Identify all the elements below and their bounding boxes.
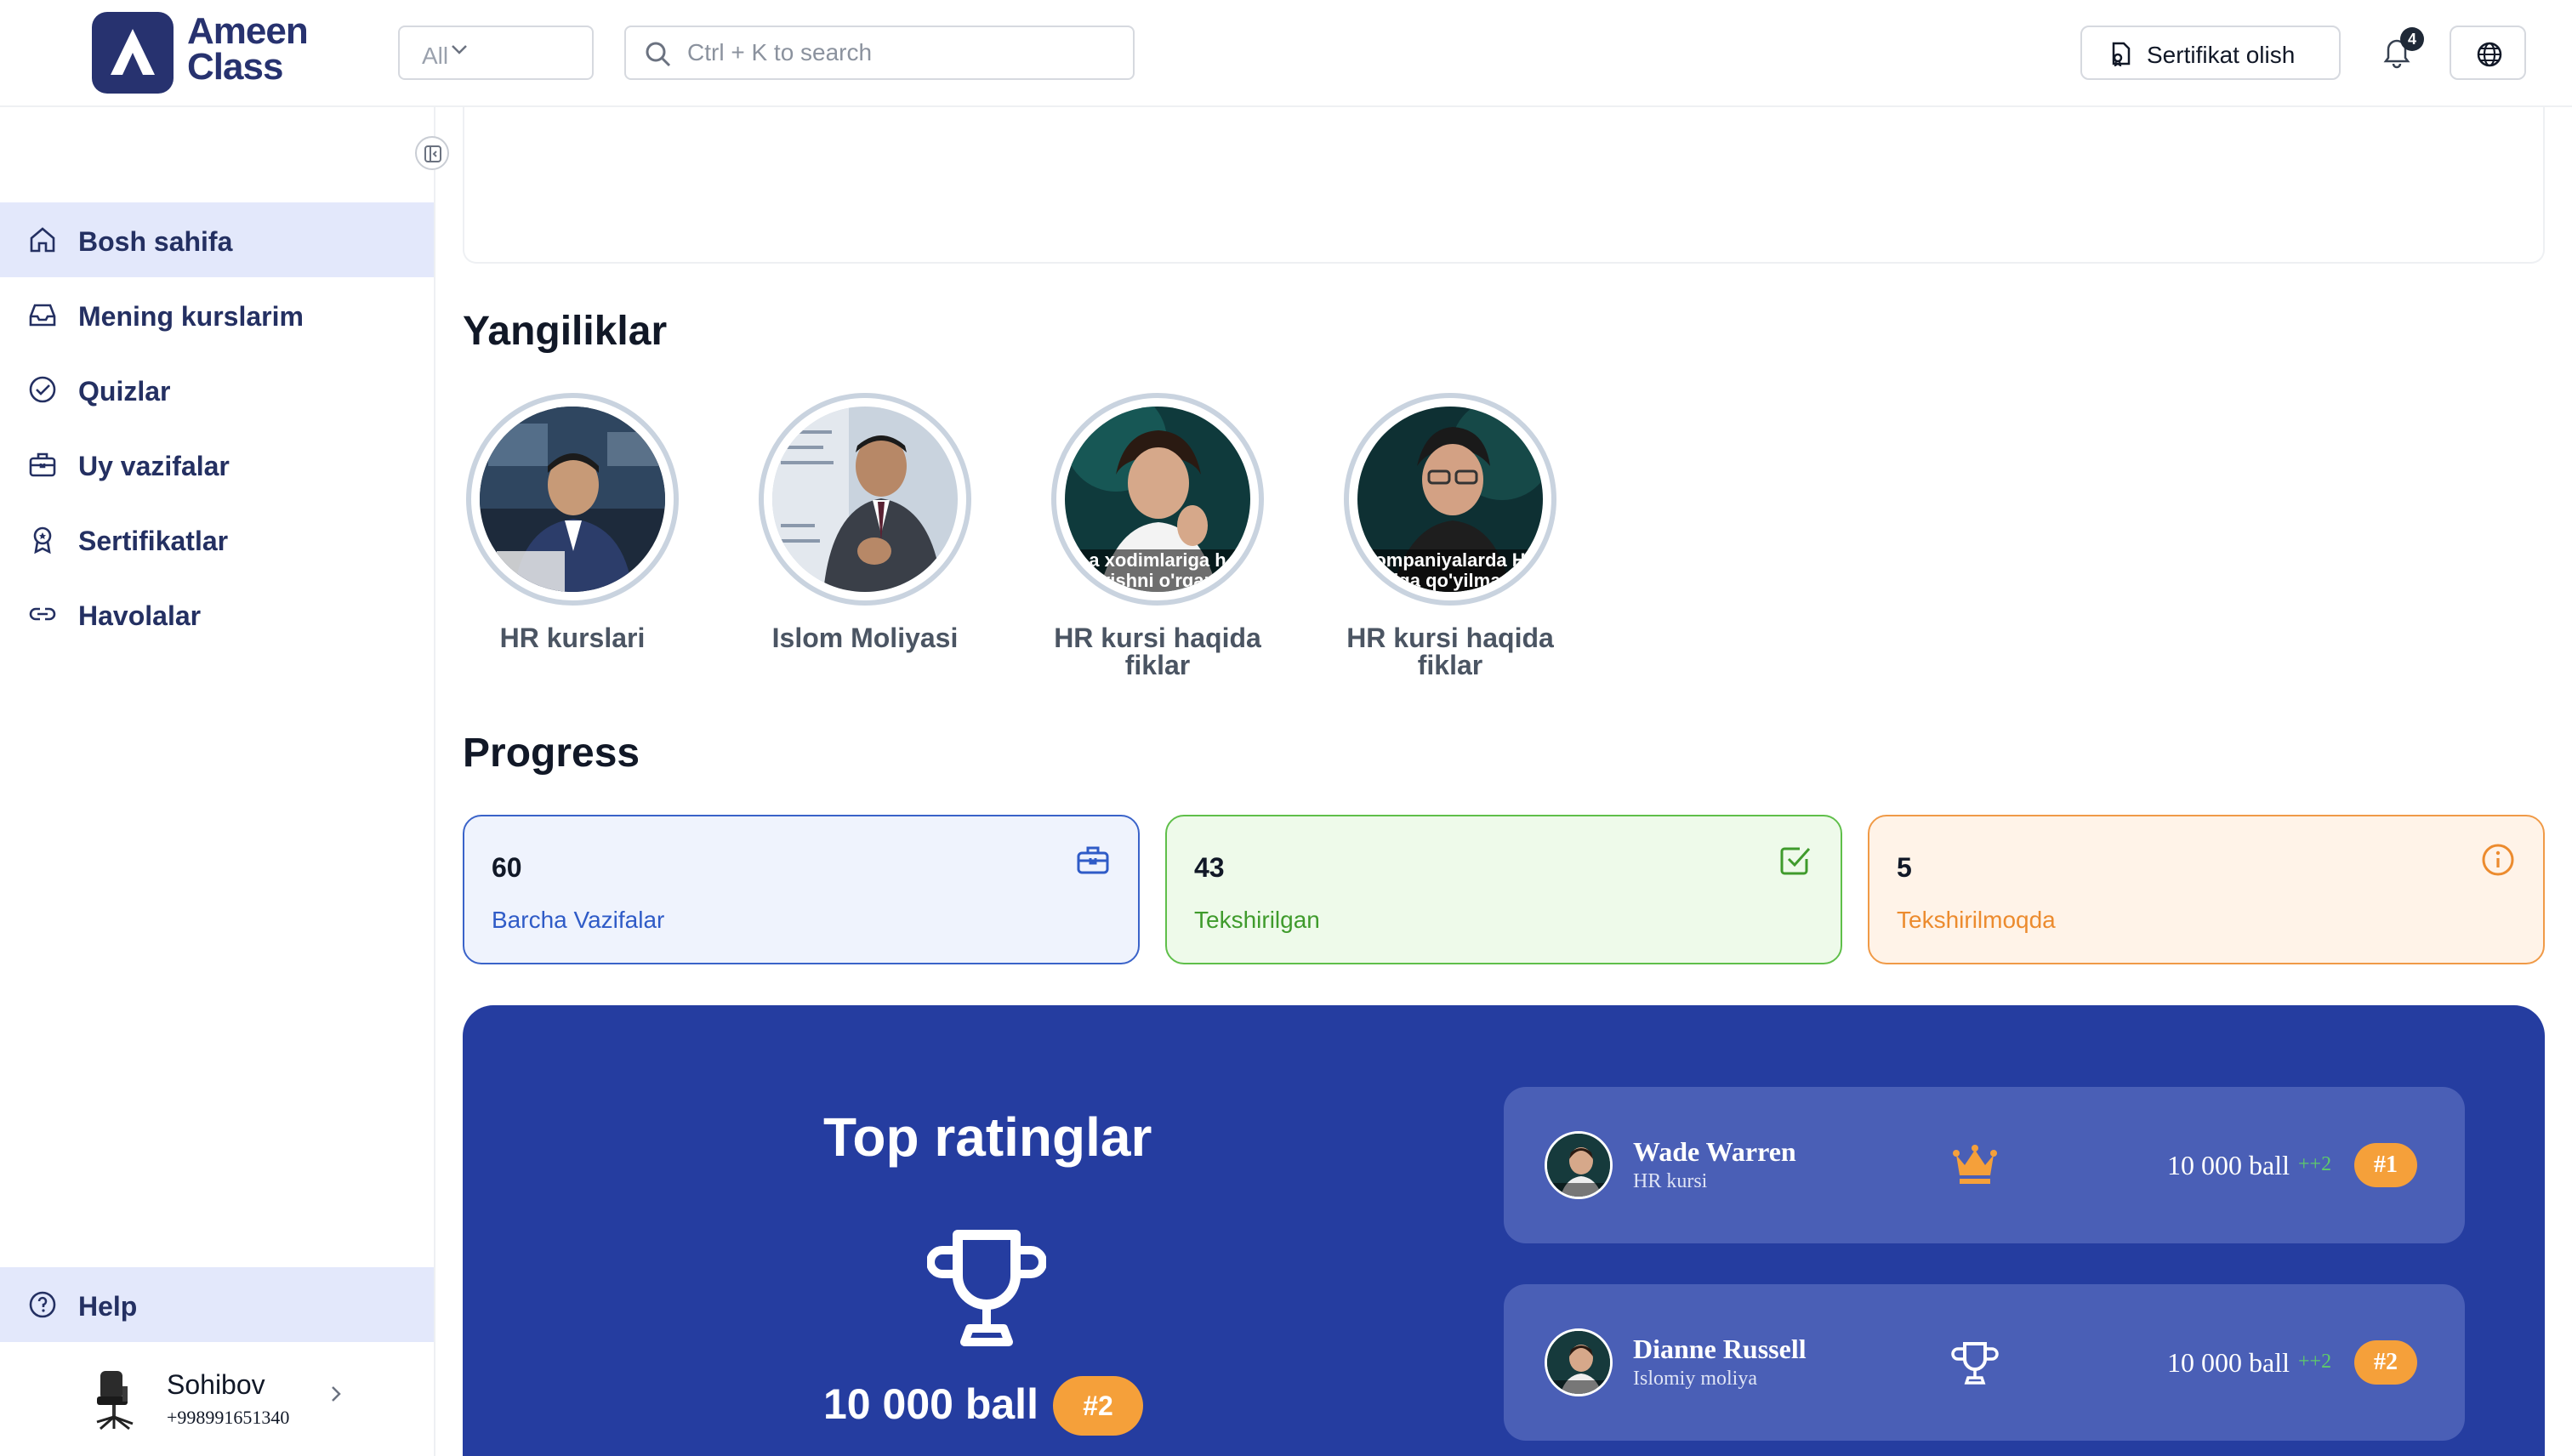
notification-badge: 4: [2400, 27, 2424, 51]
story-item[interactable]: a xodimlariga h vishni o'rgan HR kursi h…: [1051, 393, 1264, 679]
collapse-sidebar-button[interactable]: [415, 136, 449, 170]
avatar: [1545, 1131, 1613, 1199]
story-overlay-text: ilga qo'yilmag: [1388, 570, 1512, 591]
sidebar-item-label: Bosh sahifa: [78, 226, 233, 257]
chevron-down-icon: [449, 39, 469, 65]
story-item[interactable]: Islom Moliyasi: [759, 393, 971, 651]
inbox-icon: [29, 304, 56, 327]
my-rank-badge: #2: [1053, 1376, 1143, 1436]
story-ring: [466, 393, 679, 606]
story-overlay-text: ompaniyalarda H: [1374, 549, 1525, 571]
leaderboard-row[interactable]: Dianne Russell Islomiy moliya 10 000 bal…: [1504, 1284, 2465, 1441]
category-select-value: All: [422, 43, 449, 69]
leaderboard-rank: #2: [2354, 1340, 2417, 1385]
progress-value: 60: [492, 852, 522, 883]
leaderboard-delta: ++2: [2298, 1153, 2332, 1175]
top-ratings-panel: Top ratinglar 10 000 ball #2 Wade Warren…: [463, 1005, 2545, 1456]
get-certificate-button[interactable]: Sertifikat olish: [2080, 26, 2341, 80]
search-box[interactable]: [624, 26, 1135, 80]
home-icon: [30, 227, 55, 253]
avatar: [1545, 1328, 1613, 1396]
chevron-right-icon: [327, 1381, 345, 1413]
help-label: Help: [78, 1291, 138, 1322]
story-caption: HR kurslari: [499, 623, 646, 653]
app-root: Ameen Class All Sertifikat olish 4: [0, 0, 2572, 1456]
progress-card-all-tasks[interactable]: 60 Barcha Vazifalar: [463, 815, 1140, 964]
leaderboard-course: Islomiy moliya: [1633, 1368, 1757, 1390]
logo-text: Ameen Class: [187, 10, 309, 88]
leaderboard-points: 10 000 ball: [2167, 1150, 2290, 1180]
progress-value: 43: [1194, 852, 1225, 883]
my-points: 10 000 ball: [823, 1380, 1038, 1428]
progress-label: Tekshirilgan: [1194, 907, 1320, 933]
leaderboard-name: Wade Warren: [1633, 1136, 1796, 1167]
story-caption: Islom Moliyasi: [771, 623, 959, 653]
story-ring: a xodimlariga h vishni o'rgan: [1051, 393, 1264, 606]
story-item[interactable]: ompaniyalarda H ilga qo'yilmag HR kursi …: [1344, 393, 1556, 679]
story-ring: [759, 393, 971, 606]
story-overlay-text: vishni o'rgan: [1100, 570, 1215, 591]
story-item[interactable]: HR kurslari: [466, 393, 679, 651]
progress-title: Progress: [463, 731, 640, 776]
trophy-icon: [926, 1225, 1047, 1356]
sidebar-item-label: Sertifikatlar: [78, 526, 229, 556]
leaderboard-course: HR kursi: [1633, 1170, 1708, 1192]
leaderboard-rank: #1: [2354, 1143, 2417, 1187]
check-square-icon: [1780, 847, 1811, 875]
top-header: Ameen Class All Sertifikat olish 4: [0, 0, 2572, 107]
user-profile[interactable]: Sohibov +998991651340: [0, 1342, 434, 1456]
story-image: [480, 407, 665, 592]
link-icon: [29, 607, 56, 621]
story-image: [772, 407, 958, 592]
progress-label: Barcha Vazifalar: [492, 907, 665, 933]
check-circle-icon: [29, 376, 56, 403]
top-ratings-title: Top ratinglar: [823, 1106, 1152, 1168]
briefcase-icon: [29, 452, 56, 477]
leaderboard-name: Dianne Russell: [1633, 1334, 1807, 1364]
trophy-icon: [1951, 1340, 1999, 1391]
logo-mark[interactable]: [92, 12, 174, 94]
search-input[interactable]: [687, 39, 1112, 66]
crown-icon: [1951, 1143, 1999, 1190]
award-icon: [33, 526, 52, 555]
sidebar-item-label: Havolalar: [78, 600, 202, 631]
briefcase-icon: [1077, 846, 1109, 874]
progress-card-in-review[interactable]: 5 Tekshirilmoqda: [1868, 815, 2545, 964]
story-image: a xodimlariga h vishni o'rgan: [1065, 407, 1250, 592]
language-button[interactable]: [2450, 26, 2526, 80]
story-overlay-text: a xodimlariga h: [1089, 549, 1226, 571]
story-caption: HR kursi haqida fiklar: [1054, 623, 1261, 680]
category-select[interactable]: All: [398, 26, 594, 80]
sidebar-item-uy-vazifalar[interactable]: Uy vazifalar: [0, 427, 434, 502]
help-button[interactable]: Help: [0, 1267, 434, 1342]
banner-card: [463, 107, 2545, 264]
avatar: [88, 1368, 143, 1432]
leaderboard-row[interactable]: Wade Warren HR kursi 10 000 ball ++2 #1: [1504, 1087, 2465, 1243]
leaderboard-points: 10 000 ball: [2167, 1347, 2290, 1378]
sidebar-item-bosh-sahifa[interactable]: Bosh sahifa: [0, 202, 434, 277]
progress-card-checked[interactable]: 43 Tekshirilgan: [1165, 815, 1842, 964]
user-name: Sohibov: [167, 1369, 265, 1400]
progress-value: 5: [1897, 852, 1912, 883]
help-icon: [29, 1291, 56, 1318]
get-certificate-label: Sertifikat olish: [2147, 42, 2296, 68]
leaderboard-delta: ++2: [2298, 1351, 2332, 1373]
story-ring: ompaniyalarda H ilga qo'yilmag: [1344, 393, 1556, 606]
sidebar-item-sertifikatlar[interactable]: Sertifikatlar: [0, 502, 434, 577]
info-icon: [2482, 844, 2514, 876]
sidebar-item-label: Quizlar: [78, 376, 171, 407]
sidebar-item-quizlar[interactable]: Quizlar: [0, 352, 434, 427]
sidebar-item-label: Uy vazifalar: [78, 451, 230, 481]
story-caption: HR kursi haqida fiklar: [1346, 623, 1554, 680]
news-title: Yangiliklar: [463, 309, 668, 354]
sidebar: Bosh sahifa Mening kurslarim Quizlar Uy …: [0, 107, 449, 1456]
sidebar-item-label: Mening kurslarim: [78, 301, 304, 332]
sidebar-item-mening-kurslarim[interactable]: Mening kurslarim: [0, 277, 434, 352]
story-image: ompaniyalarda H ilga qo'yilmag: [1357, 407, 1543, 592]
progress-label: Tekshirilmoqda: [1897, 907, 2056, 933]
sidebar-item-havolalar[interactable]: Havolalar: [0, 577, 434, 651]
user-phone: +998991651340: [167, 1407, 290, 1428]
certificate-icon: [2108, 41, 2133, 72]
search-icon: [645, 41, 672, 72]
